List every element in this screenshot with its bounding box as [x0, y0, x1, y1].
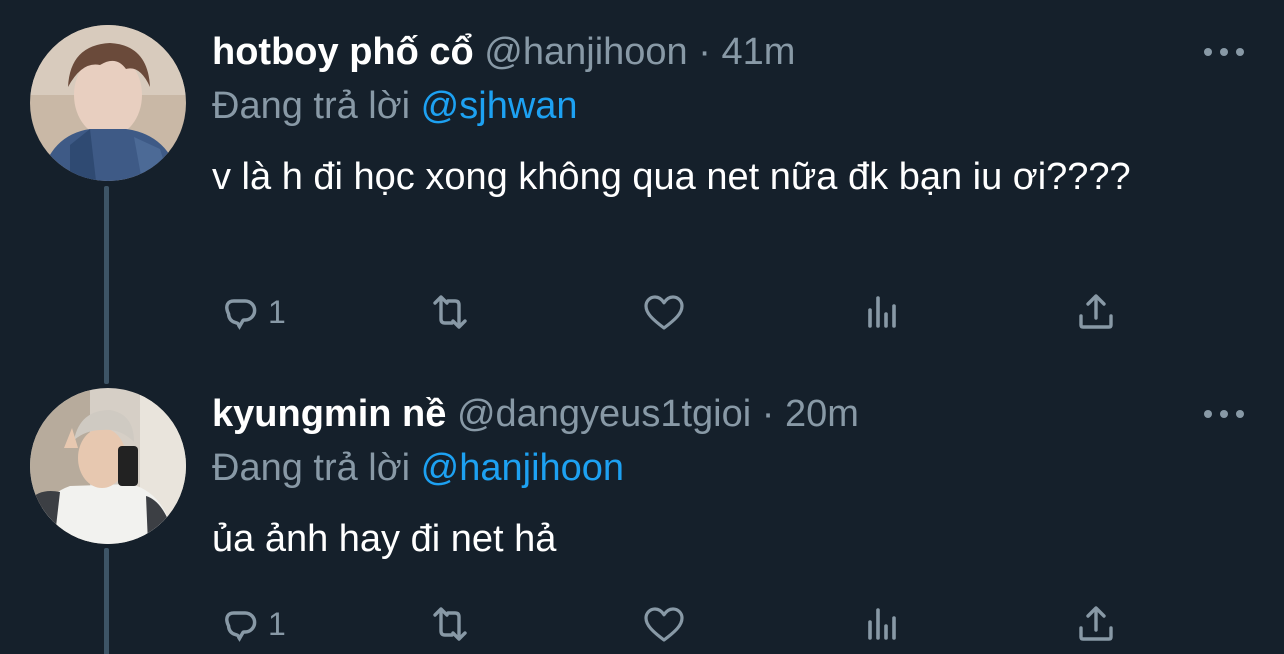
like-button[interactable] [640, 286, 688, 338]
tweet[interactable]: hotboy phố cổ @hanjihoon · 41m Đang trả … [0, 0, 1284, 384]
thread-connector [104, 548, 109, 654]
separator-dot: · [698, 31, 711, 73]
reply-bubble-icon [225, 299, 257, 330]
reply-count: 1 [268, 605, 286, 642]
reply-button[interactable]: 1 [212, 598, 286, 650]
share-icon [1079, 294, 1113, 329]
avatar-photo [30, 25, 186, 181]
avatar[interactable] [30, 388, 186, 544]
like-button[interactable] [640, 598, 688, 650]
analytics-icon [868, 296, 896, 328]
replying-to: Đang trả lời @sjhwan [212, 82, 578, 130]
more-dots-icon[interactable] [1204, 402, 1244, 426]
tweet[interactable]: kyungmin nề @dangyeus1tgioi · 20m Đang t… [0, 370, 1284, 654]
tweet-text: v là h đi học xong không qua net nữa đk … [212, 156, 1131, 198]
retweet-button[interactable] [426, 286, 474, 338]
reply-count: 1 [268, 293, 286, 330]
replying-to-label: Đang trả lời [212, 85, 411, 127]
reply-bubble-icon [225, 611, 257, 642]
avatar-photo [30, 388, 186, 544]
more-dots-icon[interactable] [1204, 40, 1244, 64]
separator-dot: · [761, 393, 775, 435]
heart-icon [644, 295, 684, 330]
tweet-actions: 1 [212, 286, 1132, 338]
heart-icon [644, 607, 684, 642]
retweet-button[interactable] [426, 598, 474, 650]
thread-connector [104, 186, 109, 384]
share-button[interactable] [1072, 598, 1120, 650]
timestamp[interactable]: 20m [785, 393, 859, 435]
share-button[interactable] [1072, 286, 1120, 338]
username[interactable]: @dangyeus1tgioi [457, 393, 751, 435]
reply-button[interactable]: 1 [212, 286, 286, 338]
replying-to-link[interactable]: @hanjihoon [421, 447, 624, 489]
replying-to-link[interactable]: @sjhwan [421, 85, 578, 127]
analytics-icon [868, 608, 896, 640]
timestamp[interactable]: 41m [721, 31, 795, 73]
retweet-icon [433, 607, 467, 641]
tweet-actions: 1 [212, 598, 1132, 650]
tweet-header: kyungmin nề @dangyeus1tgioi · 20m [212, 390, 859, 438]
replying-to: Đang trả lời @hanjihoon [212, 444, 624, 492]
display-name[interactable]: hotboy phố cổ [212, 31, 474, 73]
replying-to-label: Đang trả lời [212, 447, 411, 489]
analytics-button[interactable] [858, 598, 906, 650]
username[interactable]: @hanjihoon [484, 31, 687, 73]
avatar[interactable] [30, 25, 186, 181]
display-name[interactable]: kyungmin nề [212, 393, 446, 435]
tweet-text: ủa ảnh hay đi net hả [212, 518, 557, 560]
reply-thread: hotboy phố cổ @hanjihoon · 41m Đang trả … [0, 0, 1284, 654]
retweet-icon [433, 295, 467, 329]
share-icon [1079, 606, 1113, 641]
analytics-button[interactable] [858, 286, 906, 338]
tweet-header: hotboy phố cổ @hanjihoon · 41m [212, 28, 795, 76]
